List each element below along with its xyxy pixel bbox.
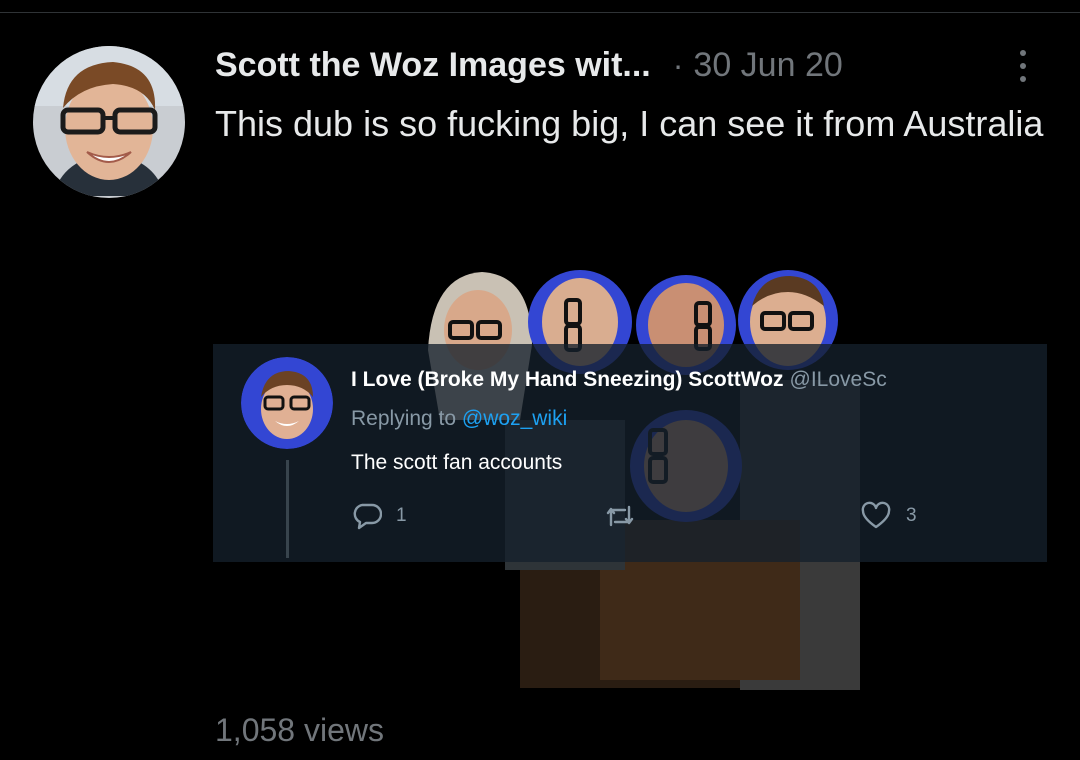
- heart-icon: [860, 501, 892, 531]
- retweet-action: [604, 500, 650, 532]
- reply-text: The scott fan accounts: [351, 451, 563, 474]
- reply-handle: @ILoveSc: [789, 368, 887, 391]
- reply-author-avatar: [241, 357, 333, 449]
- replying-to-line: Replying to @woz_wiki: [351, 405, 567, 433]
- thread-line: [286, 460, 289, 558]
- reply-display-name: I Love (Broke My Hand Sneezing) ScottWoz: [351, 368, 784, 391]
- replying-to-prefix: Replying to: [351, 407, 457, 430]
- view-count: 1,058 views: [215, 712, 384, 748]
- reply-header: I Love (Broke My Hand Sneezing) ScottWoz…: [351, 366, 1045, 394]
- reply-count: 1: [396, 505, 407, 526]
- retweet-icon: [604, 501, 636, 531]
- like-action: 3: [860, 500, 917, 532]
- like-count: 3: [906, 505, 917, 526]
- reply-action: 1: [352, 500, 407, 532]
- reply-bubble-icon: [352, 501, 382, 531]
- replying-to-mention: @woz_wiki: [461, 407, 568, 430]
